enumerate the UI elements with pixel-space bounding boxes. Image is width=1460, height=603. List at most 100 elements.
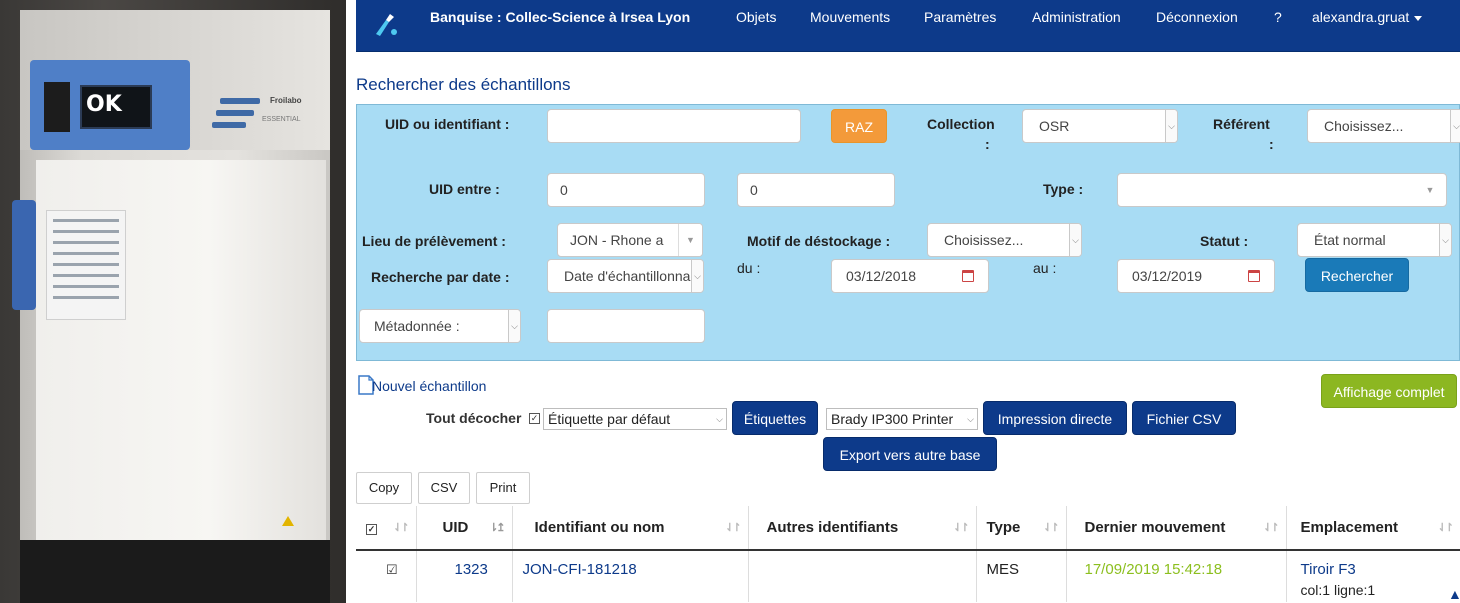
full-display-button[interactable]: Affichage complet bbox=[1321, 374, 1457, 408]
header-dernier-mouvement[interactable]: Dernier mouvement ⇃↾ bbox=[1066, 506, 1287, 551]
uncheck-all-label[interactable]: Tout décocher bbox=[426, 410, 521, 426]
chevron-down-icon: ⌵ bbox=[508, 310, 520, 342]
header-emplacement-label: Emplacement bbox=[1300, 519, 1399, 536]
print-button[interactable]: Print bbox=[476, 472, 530, 504]
sort-asc-icon: ⇂↥ bbox=[489, 522, 506, 534]
chevron-down-icon: ⌵ bbox=[1439, 224, 1451, 256]
csv-file-button[interactable]: Fichier CSV bbox=[1132, 401, 1236, 435]
logo-stripe bbox=[220, 98, 260, 104]
nav-help[interactable]: ? bbox=[1274, 9, 1282, 25]
type-label: Type : bbox=[1043, 181, 1084, 197]
raz-button[interactable]: RAZ bbox=[831, 109, 887, 143]
header-uid-label: UID bbox=[442, 519, 469, 536]
date-to-input[interactable]: 03/12/2019 bbox=[1117, 259, 1275, 293]
referent-colon: : bbox=[1269, 136, 1274, 152]
header-autres[interactable]: Autres identifiants ⇃↾ bbox=[748, 506, 977, 551]
nav-objets[interactable]: Objets bbox=[736, 9, 776, 25]
search-button[interactable]: Rechercher bbox=[1305, 258, 1409, 292]
referent-select[interactable]: Choisissez... ⌵ bbox=[1307, 109, 1460, 143]
row-uid[interactable]: 1323 bbox=[416, 550, 513, 602]
display-text: OK bbox=[86, 92, 122, 117]
uid-from-input[interactable]: 0 bbox=[547, 173, 705, 207]
export-button[interactable]: Export vers autre base bbox=[823, 437, 997, 471]
freezer-model: ESSENTIAL bbox=[262, 116, 301, 123]
identifiant-link[interactable]: JON-CFI-181218 bbox=[523, 561, 637, 578]
date-label: Recherche par date : bbox=[371, 269, 510, 285]
select-all-checkbox[interactable]: ✓ bbox=[366, 524, 377, 535]
date-to-value: 03/12/2019 bbox=[1132, 268, 1203, 284]
sort-icon: ⇃↾ bbox=[725, 522, 742, 534]
row-type: MES bbox=[976, 550, 1067, 602]
freezer-brand: Froilabo bbox=[270, 96, 302, 105]
freezer-photo: OK Froilabo ESSENTIAL bbox=[0, 0, 346, 603]
warning-icon bbox=[282, 516, 294, 526]
door-handle bbox=[12, 200, 36, 310]
user-menu[interactable]: alexandra.gruat bbox=[1312, 9, 1423, 25]
sort-icon: ⇃↾ bbox=[1437, 522, 1455, 534]
metadata-select[interactable]: Métadonnée : ⌵ bbox=[359, 309, 521, 343]
calendar-icon[interactable] bbox=[1248, 270, 1260, 282]
uid-to-input[interactable]: 0 bbox=[737, 173, 895, 207]
nav-deconnexion[interactable]: Déconnexion bbox=[1156, 9, 1238, 25]
new-sample-link[interactable]: Nouvel échantillon bbox=[372, 378, 486, 394]
date-type-select[interactable]: Date d'échantillonnage ⌵ bbox=[547, 259, 704, 293]
statut-value: État normal bbox=[1314, 232, 1386, 248]
motif-value: Choisissez... bbox=[944, 232, 1024, 248]
uid-between-label: UID entre : bbox=[429, 181, 500, 197]
emplacement-detail: col:1 ligne:1 bbox=[1300, 582, 1376, 598]
chevron-down-icon: ⌵ bbox=[1069, 224, 1081, 256]
flask-logo-icon[interactable] bbox=[372, 12, 400, 38]
collection-label: Collection bbox=[927, 116, 995, 132]
header-emplacement[interactable]: Emplacement ⇃↾ bbox=[1286, 506, 1460, 551]
freezer-base bbox=[20, 540, 330, 603]
statut-select[interactable]: État normal ⌵ bbox=[1297, 223, 1452, 257]
printer-select[interactable]: Brady IP300 Printer ⌵ bbox=[826, 408, 978, 430]
date-type-value: Date d'échantillonnage bbox=[564, 268, 704, 284]
page-title: Rechercher des échantillons bbox=[356, 75, 571, 94]
chevron-down-icon: ⌵ bbox=[716, 414, 723, 424]
caret-down-icon bbox=[1414, 15, 1423, 21]
header-type[interactable]: Type ⇃↾ bbox=[976, 506, 1067, 551]
label-select[interactable]: Étiquette par défaut ⌵ bbox=[543, 408, 727, 430]
referent-value: Choisissez... bbox=[1324, 118, 1404, 134]
row-identifiant[interactable]: JON-CFI-181218 bbox=[512, 550, 749, 602]
type-select[interactable]: ▼ bbox=[1117, 173, 1447, 207]
au-label: au : bbox=[1033, 260, 1057, 276]
table-row[interactable]: ☑ 1323 JON-CFI-181218 MES 17/09/2019 15:… bbox=[356, 550, 1460, 602]
motif-select[interactable]: Choisissez... ⌵ bbox=[927, 223, 1082, 257]
du-label: du : bbox=[737, 260, 761, 276]
collection-colon: : bbox=[985, 136, 990, 152]
row-checkbox[interactable]: ☑ bbox=[386, 563, 398, 576]
nav-parametres[interactable]: Paramètres bbox=[924, 9, 996, 25]
calendar-icon[interactable] bbox=[962, 270, 974, 282]
header-autres-label: Autres identifiants bbox=[766, 519, 899, 536]
metadata-input[interactable] bbox=[547, 309, 705, 343]
header-identifiant[interactable]: Identifiant ou nom ⇃↾ bbox=[512, 506, 749, 551]
collection-value: OSR bbox=[1039, 118, 1070, 134]
lieu-select[interactable]: JON - Rhone a ▼ bbox=[557, 223, 703, 257]
csv-button[interactable]: CSV bbox=[418, 472, 470, 504]
row-dernier-mouvement: 17/09/2019 15:42:18 bbox=[1066, 550, 1287, 602]
header-select[interactable]: ✓ ⇃↾ bbox=[356, 506, 417, 551]
date-from-value: 03/12/2018 bbox=[846, 268, 917, 284]
nav-mouvements[interactable]: Mouvements bbox=[810, 9, 890, 25]
collection-select[interactable]: OSR ⌵ bbox=[1022, 109, 1178, 143]
printer-select-value: Brady IP300 Printer bbox=[831, 411, 954, 427]
scroll-up-icon[interactable]: ▲ bbox=[1448, 586, 1460, 602]
nav-administration[interactable]: Administration bbox=[1032, 9, 1121, 25]
copy-button[interactable]: Copy bbox=[356, 472, 412, 504]
lieu-label: Lieu de prélèvement : bbox=[362, 233, 506, 249]
statut-label: Statut : bbox=[1200, 233, 1249, 249]
sort-icon: ⇃↾ bbox=[393, 522, 410, 534]
labels-button[interactable]: Étiquettes bbox=[732, 401, 818, 435]
caret-down-icon: ▼ bbox=[678, 224, 702, 256]
date-from-input[interactable]: 03/12/2018 bbox=[831, 259, 989, 293]
emplacement-link[interactable]: Tiroir F3 bbox=[1301, 561, 1453, 578]
brand-link[interactable]: Banquise : Collec-Science à Irsea Lyon bbox=[430, 9, 690, 25]
header-uid[interactable]: UID ⇂↥ bbox=[416, 506, 513, 551]
row-select[interactable]: ☑ bbox=[356, 550, 417, 602]
direct-print-button[interactable]: Impression directe bbox=[983, 401, 1127, 435]
uid-link[interactable]: 1323 bbox=[455, 561, 488, 578]
uncheck-all-checkbox[interactable]: ✓ bbox=[529, 413, 540, 424]
uid-input[interactable] bbox=[547, 109, 801, 143]
